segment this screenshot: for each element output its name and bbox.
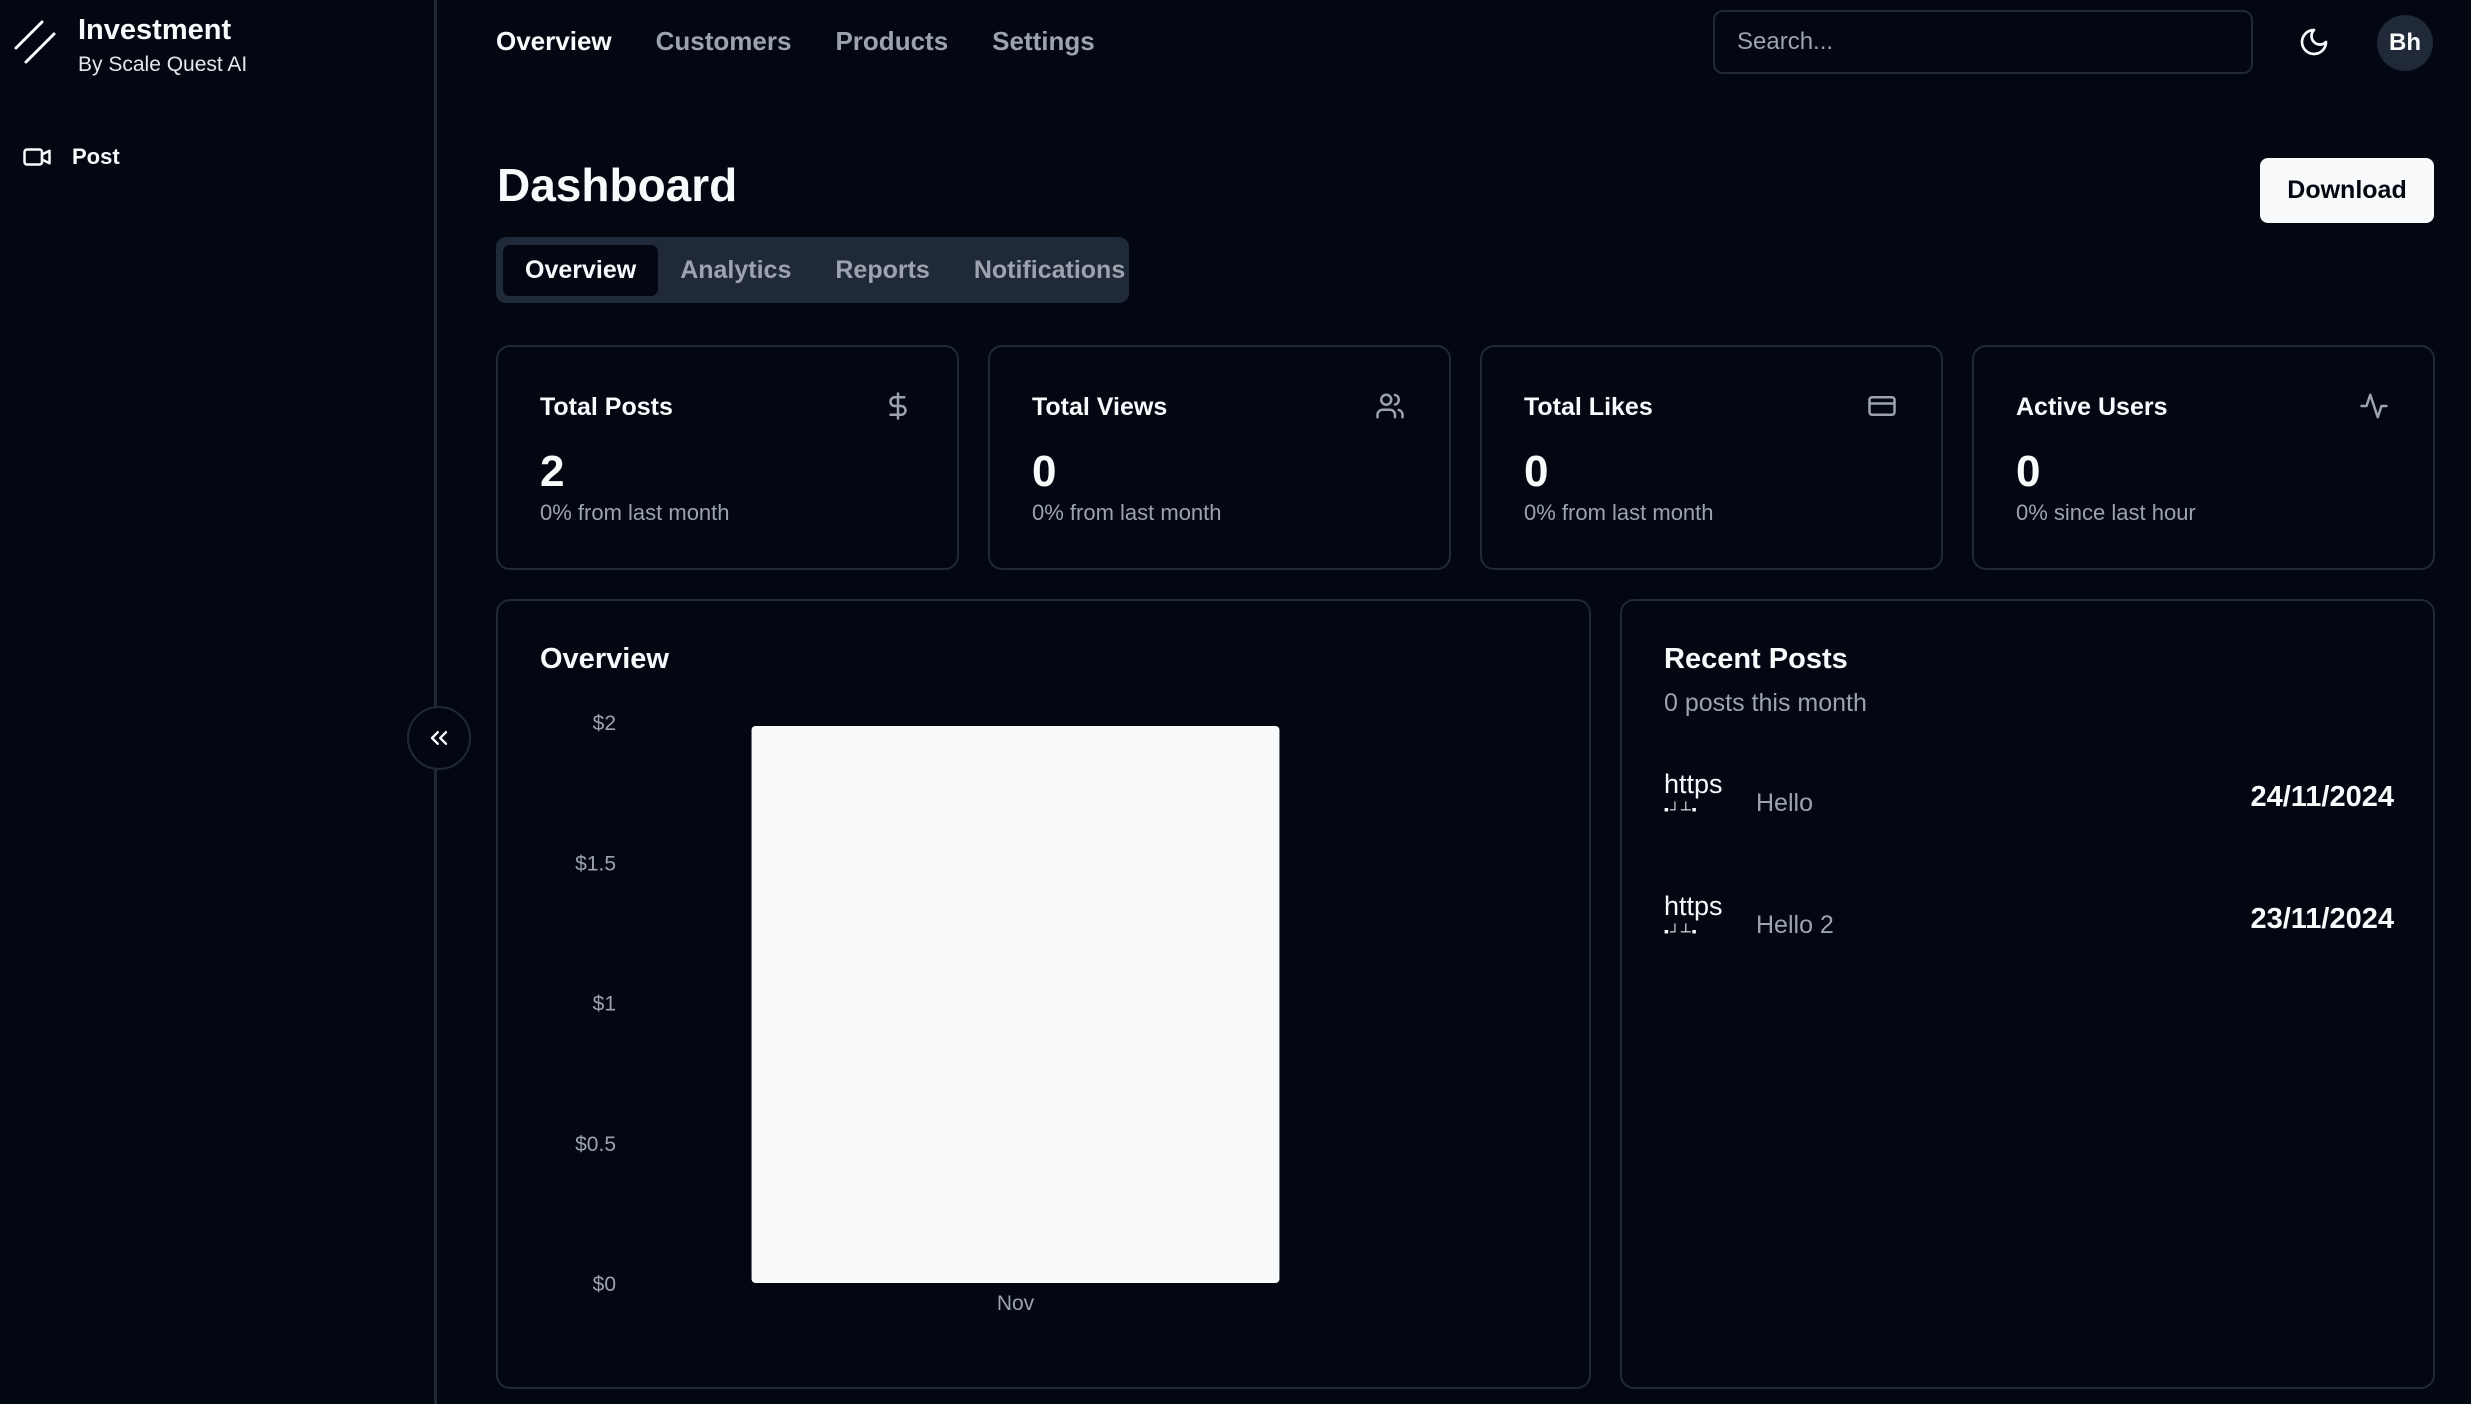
post-thumbnail: https ▪┘┴▪ <box>1664 769 1730 835</box>
stat-change: 0% since last hour <box>2016 500 2196 525</box>
dollar-icon <box>889 392 907 420</box>
stat-title: Active Users <box>2016 393 2168 421</box>
recent-posts-subtitle: 0 posts this month <box>1664 689 1867 717</box>
x-tick-label: Nov <box>997 1292 1035 1315</box>
theme-toggle-button[interactable] <box>2294 22 2334 62</box>
stat-card-total-likes: Total Likes 0 0% from last month <box>1480 345 1943 570</box>
page-title: Dashboard <box>497 159 738 211</box>
collapse-sidebar-button[interactable] <box>407 706 471 770</box>
nav-settings[interactable]: Settings <box>992 26 1095 57</box>
top-nav: Overview Customers Products Settings <box>496 26 1095 57</box>
stat-title: Total Posts <box>540 393 673 421</box>
sidebar: Investment By Scale Quest AI Post <box>0 0 437 1404</box>
y-tick-label: $0 <box>593 1273 616 1296</box>
chart-bar[interactable] <box>751 726 1280 1283</box>
recent-posts-title: Recent Posts <box>1664 643 1848 675</box>
broken-image-icon: ▪┘┴▪ <box>1664 801 1698 817</box>
y-tick-label: $1 <box>593 993 616 1016</box>
tab-notifications[interactable]: Notifications <box>952 245 1147 296</box>
post-list-item[interactable]: https ▪┘┴▪ Hello 24/11/2024 <box>1664 769 2394 839</box>
tab-analytics[interactable]: Analytics <box>658 245 813 296</box>
nav-products[interactable]: Products <box>835 26 948 57</box>
app-root: Investment By Scale Quest AI Post Overvi… <box>0 0 2471 1404</box>
stat-card-active-users: Active Users 0 0% since last hour <box>1972 345 2435 570</box>
y-tick-label: $0.5 <box>575 1133 616 1156</box>
nav-customers[interactable]: Customers <box>656 26 792 57</box>
video-icon <box>23 148 51 166</box>
logo-icon <box>14 20 56 64</box>
users-icon <box>1376 393 1404 419</box>
stat-card-total-views: Total Views 0 0% from last month <box>988 345 1451 570</box>
y-tick-label: $2 <box>593 712 616 735</box>
y-tick-label: $1.5 <box>575 852 616 875</box>
stat-title: Total Views <box>1032 393 1168 421</box>
post-thumbnail-alt: https <box>1664 891 1723 921</box>
post-date: 23/11/2024 <box>2250 903 2394 935</box>
stat-change: 0% from last month <box>1032 500 1222 525</box>
overview-bar-chart: $0 $0.5 $1 $1.5 $2 Nov <box>575 712 1280 1315</box>
stat-value: 0 <box>1524 447 1549 496</box>
post-date: 24/11/2024 <box>2250 781 2394 813</box>
stat-change: 0% from last month <box>1524 500 1714 525</box>
brand-title: Investment <box>78 14 232 46</box>
post-thumbnail: https ▪┘┴▪ <box>1664 891 1730 957</box>
moon-icon <box>2300 28 2328 56</box>
stat-card-total-posts: Total Posts 2 0% from last month <box>496 345 959 570</box>
tab-overview[interactable]: Overview <box>503 244 659 296</box>
stat-value: 0 <box>2016 447 2041 496</box>
broken-image-icon: ▪┘┴▪ <box>1664 923 1698 939</box>
stat-title: Total Likes <box>1524 393 1653 421</box>
brand-text: Investment By Scale Quest AI <box>78 14 247 78</box>
activity-icon <box>2360 393 2388 419</box>
overview-chart-card: Overview $0 $0.5 $1 $1.5 $2 Nov <box>496 599 1591 1389</box>
download-button[interactable]: Download <box>2260 158 2434 223</box>
chevrons-left-icon <box>430 731 448 745</box>
brand-subtitle: By Scale Quest AI <box>78 53 248 76</box>
nav-overview[interactable]: Overview <box>496 26 612 57</box>
user-avatar[interactable]: Bh <box>2377 15 2433 71</box>
credit-card-icon <box>1868 396 1896 416</box>
brand[interactable]: Investment By Scale Quest AI <box>12 14 247 78</box>
sidebar-item-label: Post <box>72 144 120 169</box>
tab-list: Overview Analytics Reports Notifications <box>496 237 1129 303</box>
search-input[interactable] <box>1713 10 2253 74</box>
post-title: Hello <box>1756 789 1813 817</box>
stat-change: 0% from last month <box>540 500 730 525</box>
post-list-item[interactable]: https ▪┘┴▪ Hello 2 23/11/2024 <box>1664 891 2394 961</box>
recent-posts-card: Recent Posts 0 posts this month https ▪┘… <box>1620 599 2435 1389</box>
stat-value: 2 <box>540 447 565 496</box>
post-title: Hello 2 <box>1756 911 1834 939</box>
tab-reports[interactable]: Reports <box>813 245 951 296</box>
sidebar-item-post[interactable]: Post <box>22 142 120 172</box>
stat-value: 0 <box>1032 447 1057 496</box>
post-thumbnail-alt: https <box>1664 769 1723 799</box>
